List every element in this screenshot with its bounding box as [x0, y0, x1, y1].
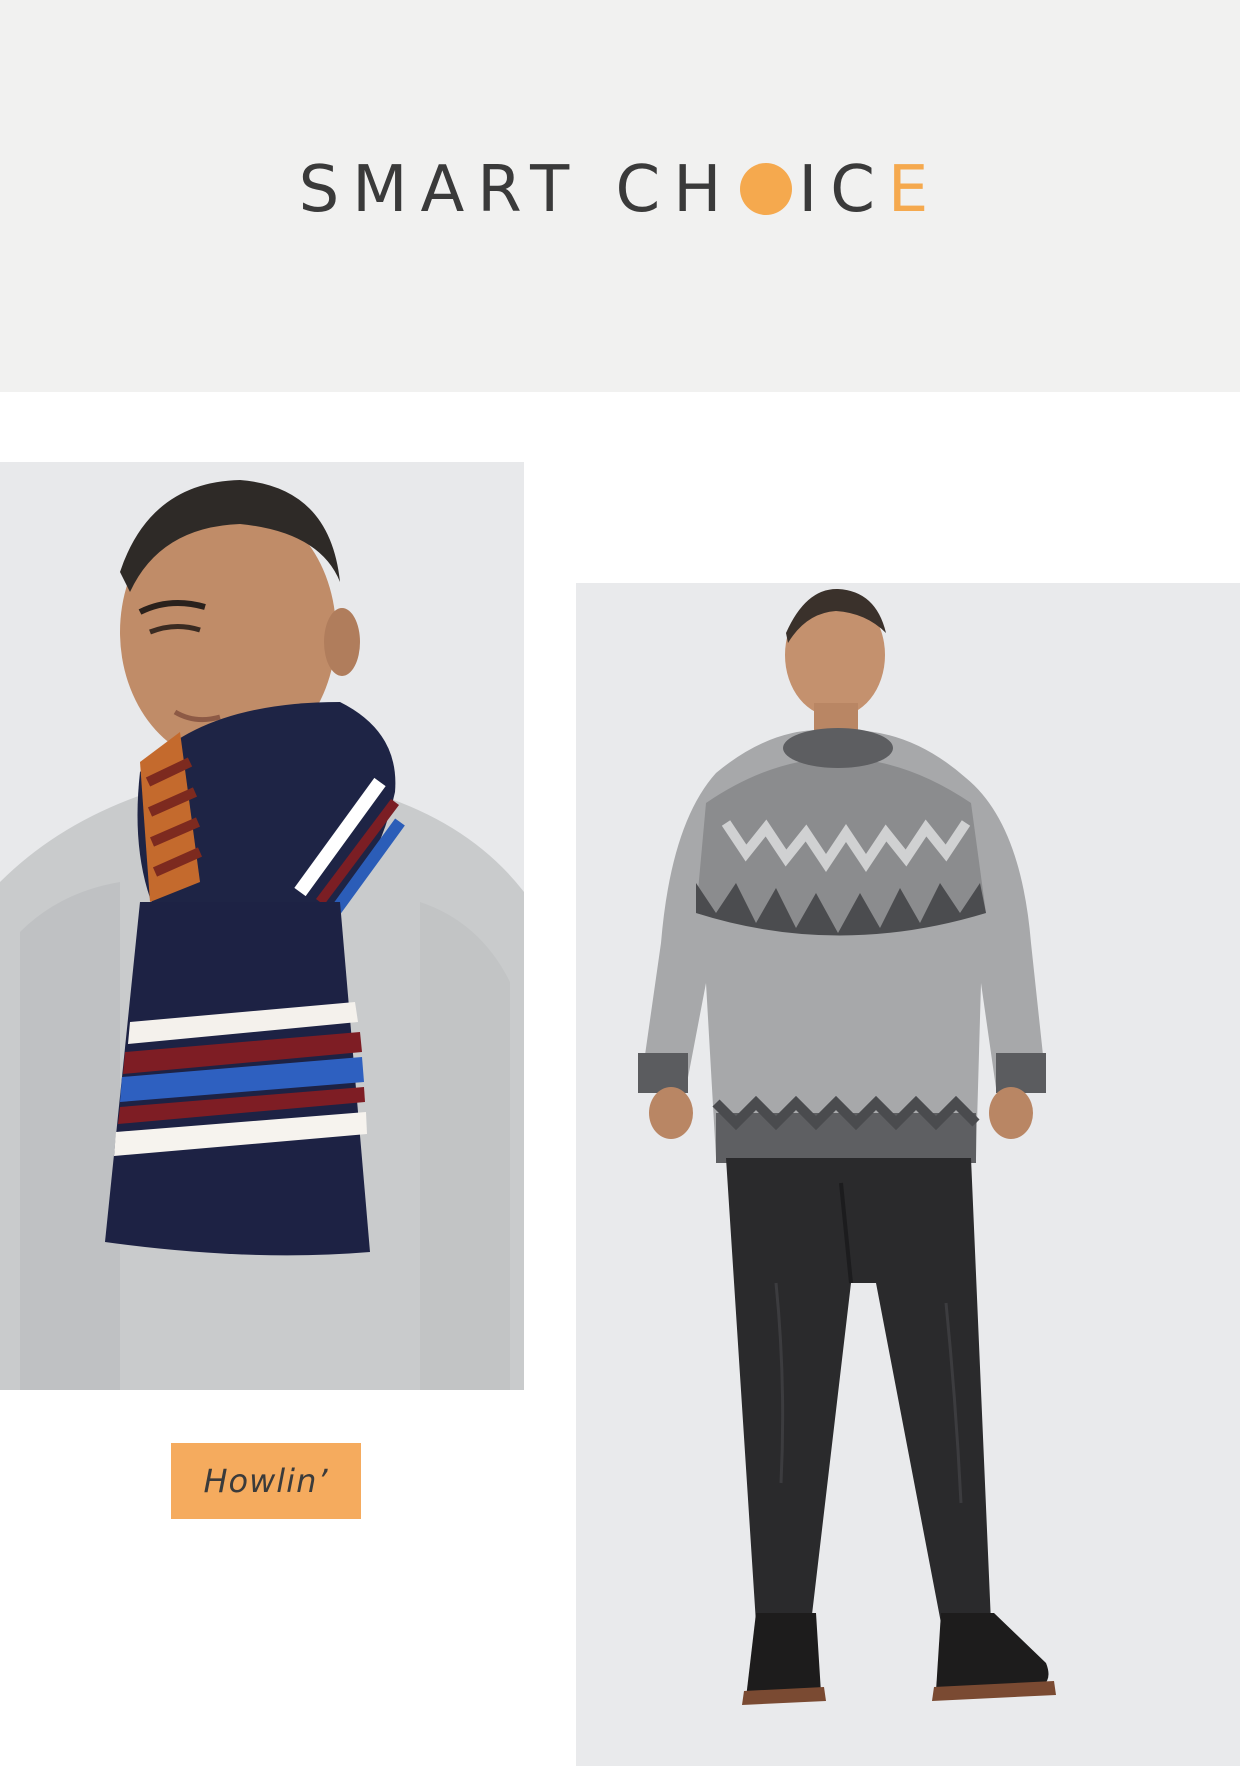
logo-text-part1: SMART CH — [298, 153, 735, 227]
man-in-fair-isle-sweater-photo-icon — [576, 583, 1240, 1766]
header-banner: SMART CH ICE — [0, 0, 1240, 392]
man-with-striped-scarf-photo-icon — [0, 462, 524, 1390]
logo-dot-icon — [740, 163, 793, 216]
brand-tag-howlin[interactable]: Howlin’ — [171, 1443, 361, 1519]
brand-tag-label: Howlin’ — [203, 1462, 329, 1500]
logo-text-part2: IC — [798, 153, 888, 227]
logo-text-part3: E — [887, 153, 942, 227]
smart-choice-logo: SMART CH ICE — [0, 158, 1240, 222]
scarf-product-photo[interactable] — [0, 462, 524, 1390]
sweater-product-photo[interactable] — [576, 583, 1240, 1766]
